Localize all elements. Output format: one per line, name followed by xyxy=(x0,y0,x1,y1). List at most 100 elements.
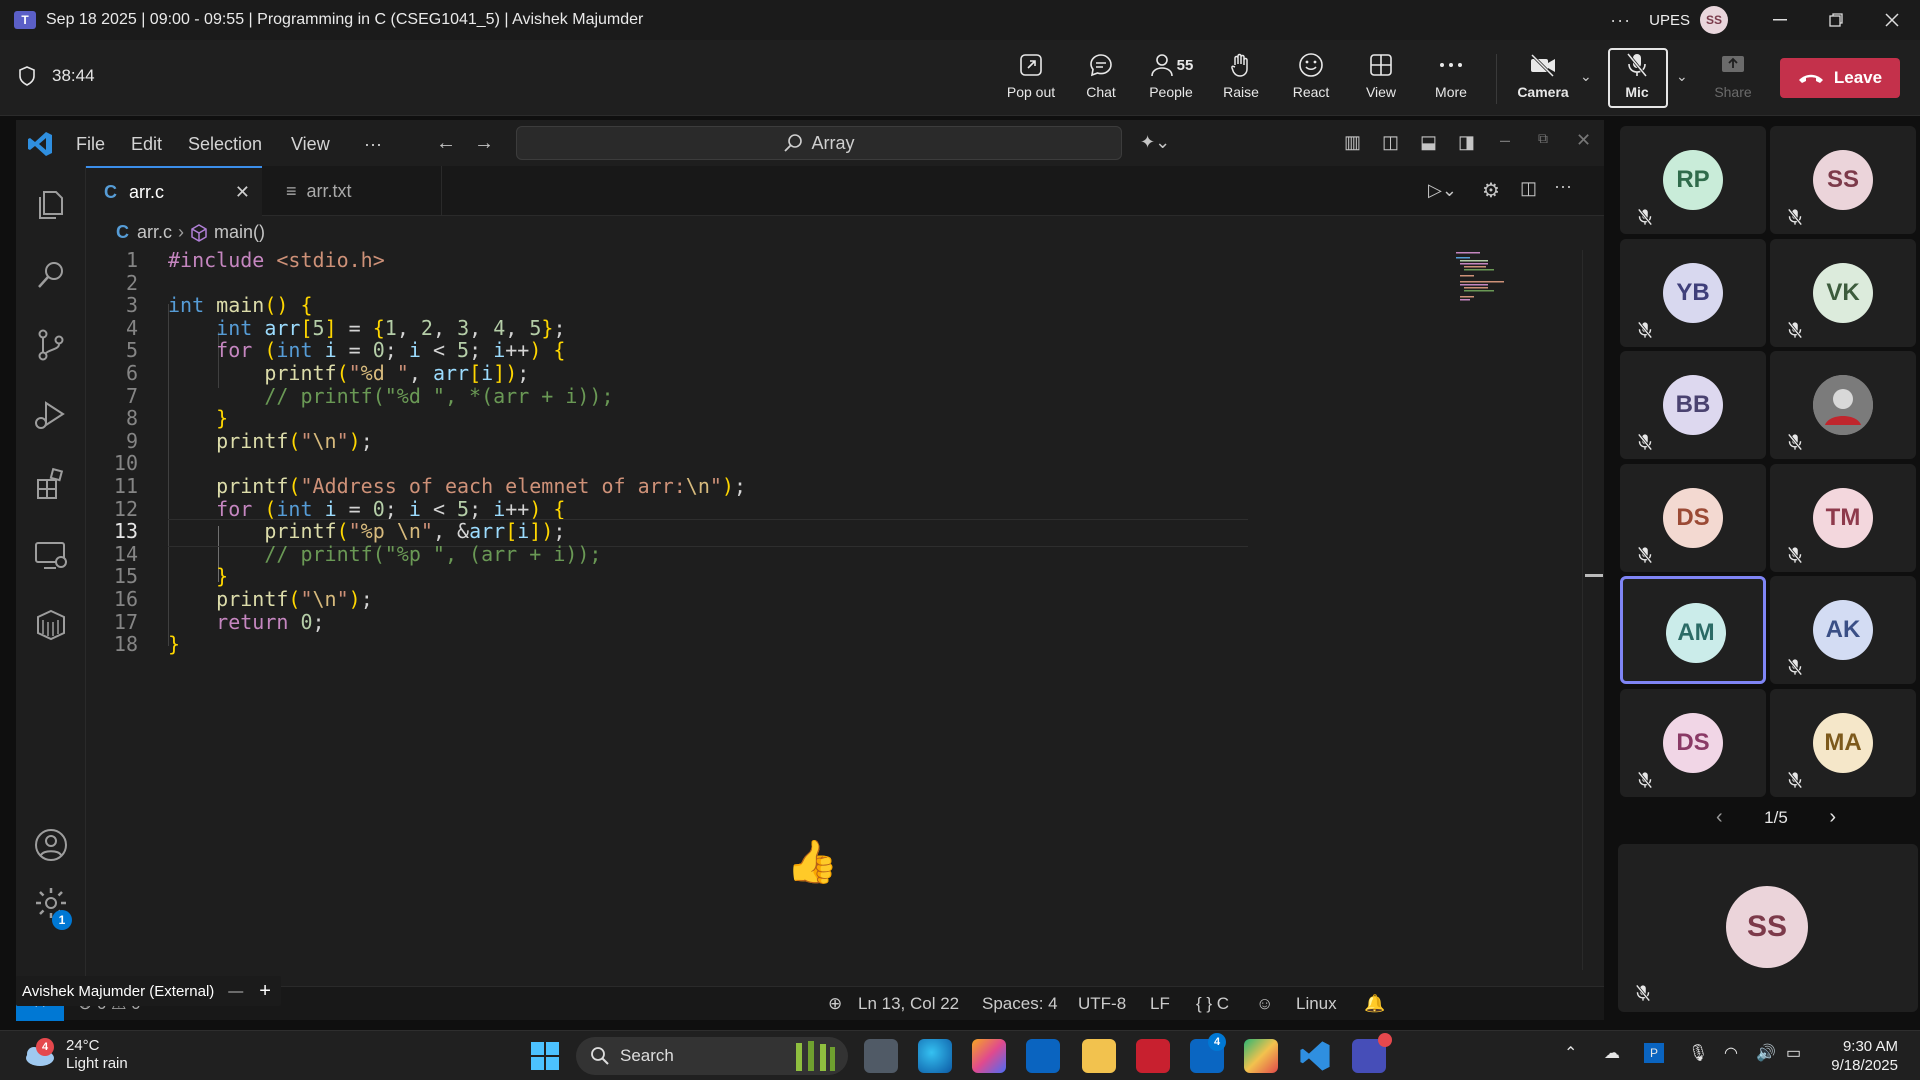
self-video-tile[interactable]: SS xyxy=(1618,844,1918,1012)
notifications-bell-icon[interactable]: 🔔 xyxy=(1364,994,1385,1014)
cursor-position[interactable]: Ln 13, Col 22 xyxy=(858,994,959,1014)
participant-tile[interactable]: DS xyxy=(1620,463,1766,572)
share-button[interactable]: Share xyxy=(1698,50,1768,108)
vscode-restore-icon[interactable]: ⧉ xyxy=(1538,130,1548,147)
back-arrow-icon[interactable]: ← xyxy=(436,132,456,155)
camera-options-chevron-icon[interactable]: ⌄ xyxy=(1580,68,1592,85)
more-options-icon[interactable]: ··· xyxy=(1610,10,1631,31)
toggle-panel-icon[interactable]: ⬓ xyxy=(1420,132,1437,153)
vscode-close-icon[interactable]: ✕ xyxy=(1576,130,1591,151)
mic-options-chevron-icon[interactable]: ⌄ xyxy=(1676,68,1688,85)
task-view-icon[interactable] xyxy=(864,1039,898,1073)
battery-icon[interactable]: ▭ xyxy=(1786,1043,1801,1063)
microphone-tray-icon[interactable]: 🎙 xyxy=(1688,1043,1708,1063)
editor-scrollbar[interactable] xyxy=(1582,250,1603,970)
indentation-status[interactable]: Spaces: 4 xyxy=(982,994,1058,1014)
pager-prev-chevron-icon[interactable]: ‹ xyxy=(1716,806,1723,829)
more-button[interactable]: More xyxy=(1416,50,1486,108)
search-view-icon[interactable] xyxy=(32,256,70,294)
weather-widget[interactable]: 4 24°C Light rain xyxy=(20,1037,128,1073)
menu-edit[interactable]: Edit xyxy=(131,134,162,155)
containers-icon[interactable] xyxy=(32,606,70,644)
taskbar-search[interactable]: Search xyxy=(576,1037,848,1075)
minimize-chip-icon[interactable]: — xyxy=(228,983,243,1000)
menu-view[interactable]: View xyxy=(291,134,330,155)
show-hidden-icons-chevron-icon[interactable]: ⌃ xyxy=(1564,1043,1577,1063)
eol-status[interactable]: LF xyxy=(1150,994,1170,1014)
copilot-icon[interactable]: ✦⌄ xyxy=(1140,132,1170,153)
run-debug-icon[interactable] xyxy=(32,396,70,434)
breadcrumb[interactable]: C arr.c › main() xyxy=(116,222,265,243)
minimap[interactable] xyxy=(1456,250,1526,320)
toggle-secondary-sidebar-icon[interactable]: ◨ xyxy=(1458,132,1475,153)
explorer-icon[interactable] xyxy=(32,186,70,224)
split-editor-icon[interactable]: ◫ xyxy=(1520,178,1537,199)
file-explorer-icon[interactable] xyxy=(1082,1039,1116,1073)
command-center-search[interactable]: Array xyxy=(516,126,1122,160)
platform-status[interactable]: Linux xyxy=(1296,994,1337,1014)
camera-button[interactable]: Camera xyxy=(1508,50,1578,108)
vscode-minimize-icon[interactable]: – xyxy=(1500,130,1510,151)
toggle-sidebar-icon[interactable]: ◫ xyxy=(1382,132,1399,153)
encoding-status[interactable]: UTF-8 xyxy=(1078,994,1126,1014)
accounts-icon[interactable] xyxy=(32,826,70,864)
tab-arr-c[interactable]: C arr.c ✕ xyxy=(86,166,262,216)
wifi-icon[interactable]: ◠ xyxy=(1724,1043,1738,1063)
participant-tile[interactable]: TM xyxy=(1770,463,1916,572)
restore-button[interactable] xyxy=(1808,0,1864,40)
participant-tile[interactable]: YB xyxy=(1620,238,1766,347)
mcafee-icon[interactable] xyxy=(1136,1039,1170,1073)
menu-selection[interactable]: Selection xyxy=(188,134,262,155)
teams-taskbar-icon[interactable] xyxy=(1352,1033,1392,1073)
tab-close-icon[interactable]: ✕ xyxy=(235,182,250,203)
participant-tile[interactable]: MA xyxy=(1770,688,1916,797)
menu-file[interactable]: File xyxy=(76,134,105,155)
participant-tile[interactable]: DS xyxy=(1620,688,1766,797)
chat-button[interactable]: Chat xyxy=(1066,50,1136,108)
code-editor[interactable]: 1 #include <stdio.h> 2 3 int main() {4 int a… xyxy=(86,248,1604,968)
participant-tile[interactable]: RP xyxy=(1620,126,1766,234)
outlook-icon[interactable] xyxy=(1026,1039,1060,1073)
participant-tile[interactable] xyxy=(1770,351,1916,459)
editor-more-icon[interactable]: ··· xyxy=(1554,176,1572,197)
snipping-tool-icon[interactable] xyxy=(1244,1039,1278,1073)
leave-button[interactable]: Leave xyxy=(1780,58,1900,98)
raise-hand-button[interactable]: Raise xyxy=(1206,50,1276,108)
participant-tile[interactable]: VK xyxy=(1770,238,1916,347)
organization-name[interactable]: UPES xyxy=(1649,12,1690,29)
run-file-icon[interactable]: ▷⌄ xyxy=(1428,180,1457,201)
customize-layout-icon[interactable]: ▥ xyxy=(1344,132,1361,153)
language-mode[interactable]: { } C xyxy=(1196,994,1229,1014)
copilot-app-icon[interactable] xyxy=(972,1039,1006,1073)
pager-next-chevron-icon[interactable]: › xyxy=(1829,806,1836,829)
participant-tile[interactable]: AM xyxy=(1620,576,1766,684)
edge-browser-icon[interactable] xyxy=(918,1039,952,1073)
breadcrumb-symbol[interactable]: main() xyxy=(214,222,265,243)
onedrive-icon[interactable]: ☁ xyxy=(1604,1043,1620,1063)
view-button[interactable]: View xyxy=(1346,50,1416,108)
vscode-taskbar-icon[interactable] xyxy=(1298,1039,1332,1073)
people-button[interactable]: 55 People xyxy=(1136,50,1206,108)
defender-icon[interactable]: P xyxy=(1644,1043,1664,1063)
remote-explorer-icon[interactable] xyxy=(32,536,70,574)
react-button[interactable]: React xyxy=(1276,50,1346,108)
volume-icon[interactable]: 🔊 xyxy=(1756,1043,1776,1063)
minimize-button[interactable] xyxy=(1752,0,1808,40)
pop-out-button[interactable]: Pop out xyxy=(996,50,1066,108)
code-line[interactable]: 18} xyxy=(86,632,1246,660)
copilot-status-icon[interactable]: ☺ xyxy=(1256,994,1273,1014)
start-button[interactable] xyxy=(528,1039,562,1073)
tab-arr-txt[interactable]: ≡ arr.txt xyxy=(262,166,442,216)
forward-arrow-icon[interactable]: → xyxy=(474,132,494,155)
account-avatar[interactable]: SS xyxy=(1700,6,1728,34)
editor-settings-gear-icon[interactable]: ⚙ xyxy=(1482,178,1500,203)
breadcrumb-file[interactable]: arr.c xyxy=(137,222,172,243)
participant-tile[interactable]: AK xyxy=(1770,576,1916,684)
system-clock[interactable]: 9:30 AM 9/18/2025 xyxy=(1831,1037,1898,1075)
participant-tile[interactable]: BB xyxy=(1620,351,1766,459)
linkedin-icon[interactable]: 4 xyxy=(1190,1033,1226,1073)
add-chip-icon[interactable]: + xyxy=(259,980,271,1003)
source-control-icon[interactable] xyxy=(32,326,70,364)
participant-tile[interactable]: SS xyxy=(1770,126,1916,234)
zoom-icon[interactable]: ⊕ xyxy=(828,994,842,1014)
